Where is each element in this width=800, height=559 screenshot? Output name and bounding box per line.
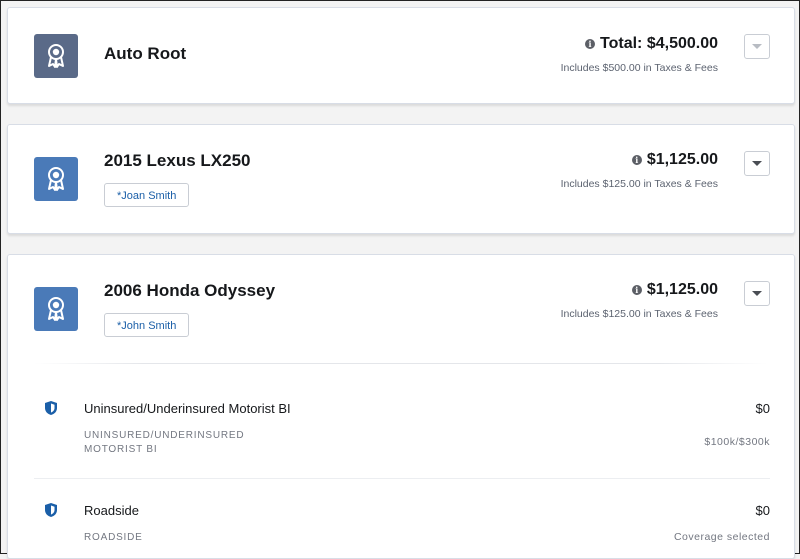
coverage-code-line: ROADSIDE <box>84 532 143 543</box>
coverage-status: Coverage selected <box>673 531 770 543</box>
award-ribbon-icon <box>34 287 78 331</box>
policy-card-honda: 2006 Honda Odyssey *John Smith i $1,125.… <box>7 254 795 559</box>
chevron-down-icon <box>752 161 762 166</box>
vehicle-price: i $1,125.00 <box>631 151 718 169</box>
coverage-code-line: MOTORIST BI <box>84 444 158 455</box>
vehicle-menu-button[interactable] <box>744 281 770 306</box>
vehicle-title: 2015 Lexus LX250 <box>104 151 251 170</box>
price-value: $1,125.00 <box>646 281 718 298</box>
chevron-down-icon <box>752 291 762 296</box>
coverage-name: Uninsured/Underinsured Motorist BI <box>84 401 291 416</box>
coverage-row: Roadside $0 ROADSIDE Coverage selected <box>34 495 770 555</box>
info-icon[interactable]: i <box>585 39 596 49</box>
coverage-code-line: UNINSURED/UNDERINSURED <box>84 430 245 441</box>
coverage-name: Roadside <box>84 503 139 518</box>
info-icon[interactable]: i <box>631 155 642 165</box>
coverage-row: Uninsured/Underinsured Motorist BI $0 UN… <box>34 393 770 479</box>
taxes-note: Includes $125.00 in Taxes & Fees <box>560 178 718 190</box>
coverage-code: ROADSIDE <box>84 531 284 545</box>
chevron-down-icon <box>752 44 762 49</box>
coverage-amount: $0 <box>755 503 770 518</box>
taxes-note: Includes $500.00 in Taxes & Fees <box>560 62 718 74</box>
vehicle-title: 2006 Honda Odyssey <box>104 281 276 300</box>
taxes-note: Includes $125.00 in Taxes & Fees <box>560 308 718 320</box>
policy-total-price: i Total: $4,500.00 <box>585 35 718 53</box>
vehicle-price: i $1,125.00 <box>631 281 718 299</box>
policy-card-auto-root: Auto Root i Total: $4,500.00 Includes $5… <box>7 7 795 104</box>
price-value: Total: $4,500.00 <box>600 35 718 52</box>
policy-card-lexus: 2015 Lexus LX250 *Joan Smith i $1,125.00… <box>7 124 795 234</box>
info-icon[interactable]: i <box>631 285 642 295</box>
policy-title: Auto Root <box>104 44 187 63</box>
coverage-code: UNINSURED/UNDERINSURED MOTORIST BI <box>84 429 284 457</box>
price-value: $1,125.00 <box>646 151 718 168</box>
vehicle-menu-button[interactable] <box>744 151 770 176</box>
shield-icon <box>44 400 58 421</box>
award-ribbon-icon <box>34 157 78 201</box>
shield-icon <box>44 502 58 523</box>
driver-chip[interactable]: *John Smith <box>104 313 190 337</box>
coverage-amount: $0 <box>755 401 770 416</box>
coverage-limit: $100k/$300k <box>704 436 770 448</box>
driver-chip[interactable]: *Joan Smith <box>104 183 190 207</box>
policy-menu-button[interactable] <box>744 34 770 59</box>
section-divider <box>34 363 768 364</box>
award-ribbon-icon <box>34 34 78 78</box>
